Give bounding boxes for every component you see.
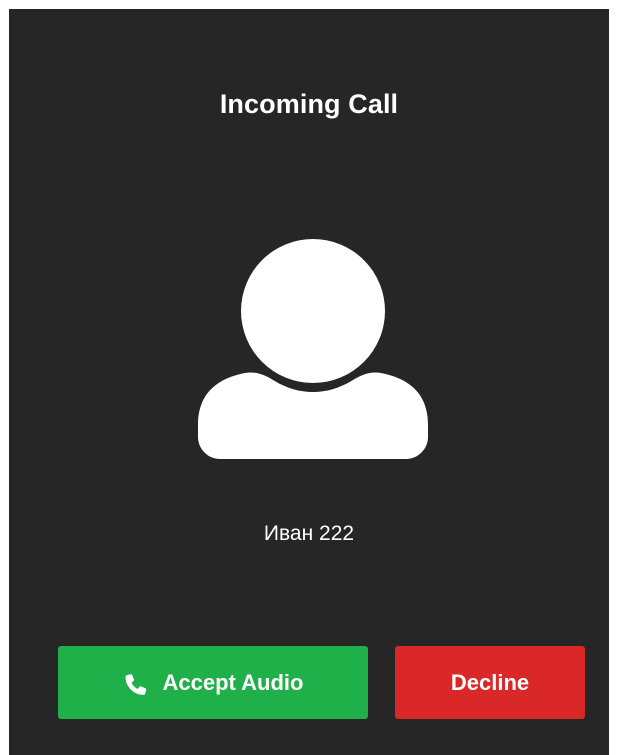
accept-audio-button[interactable]: Accept Audio [58, 646, 368, 719]
user-avatar-icon [198, 239, 428, 459]
phone-icon [124, 673, 146, 695]
decline-label: Decline [450, 669, 530, 695]
decline-button[interactable]: Decline [395, 646, 585, 719]
dialog-title: Incoming Call [219, 89, 399, 119]
accept-audio-label: Accept Audio [162, 669, 304, 695]
caller-name: Иван 222 [263, 522, 355, 545]
incoming-call-dialog: Incoming Call Иван 222 Accept Audio Decl… [9, 9, 609, 755]
